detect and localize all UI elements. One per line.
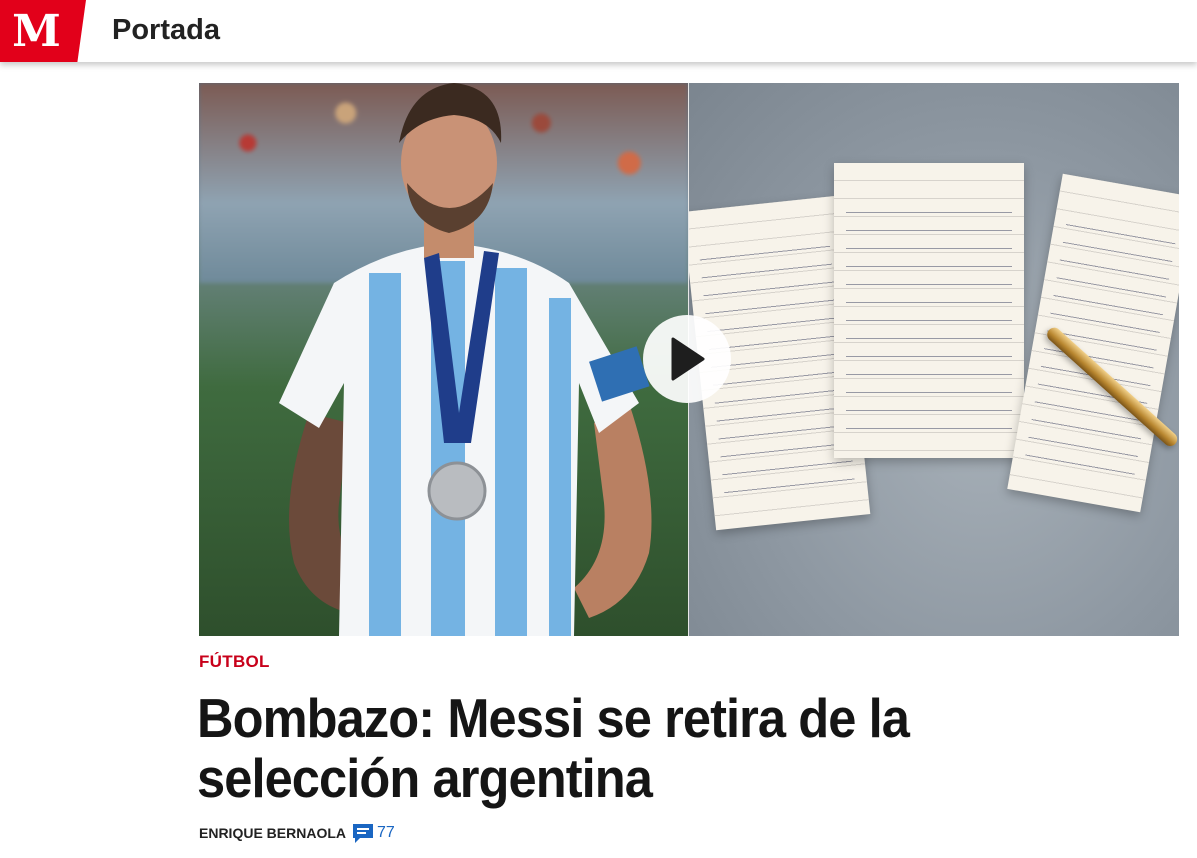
comment-count: 77 (377, 824, 395, 841)
letter-page-center (834, 163, 1024, 458)
player-figure (279, 83, 652, 636)
article-headline[interactable]: Bombazo: Messi se retira de la selección… (197, 688, 1080, 808)
hero-photo-player (199, 83, 688, 636)
marca-logo[interactable]: M (0, 0, 86, 62)
headline-line-1: Bombazo: Messi se retira de la (197, 687, 910, 749)
category-link[interactable]: FÚTBOL (199, 652, 270, 672)
hero-media[interactable] (199, 83, 1179, 636)
headline-line-2: selección argentina (197, 747, 653, 809)
hero-photo-letters (689, 83, 1179, 636)
letter-page-right (1007, 173, 1179, 513)
author-name[interactable]: ENRIQUE BERNAOLA (199, 825, 346, 841)
comments-link[interactable]: 77 (351, 821, 395, 845)
top-bar: M Portada (0, 0, 1197, 62)
play-button[interactable] (643, 315, 731, 403)
section-title[interactable]: Portada (112, 12, 220, 48)
logo-text: M (12, 6, 61, 57)
comment-icon (353, 824, 374, 843)
byline: ENRIQUE BERNAOLA 77 (199, 821, 395, 845)
play-icon (671, 337, 705, 381)
